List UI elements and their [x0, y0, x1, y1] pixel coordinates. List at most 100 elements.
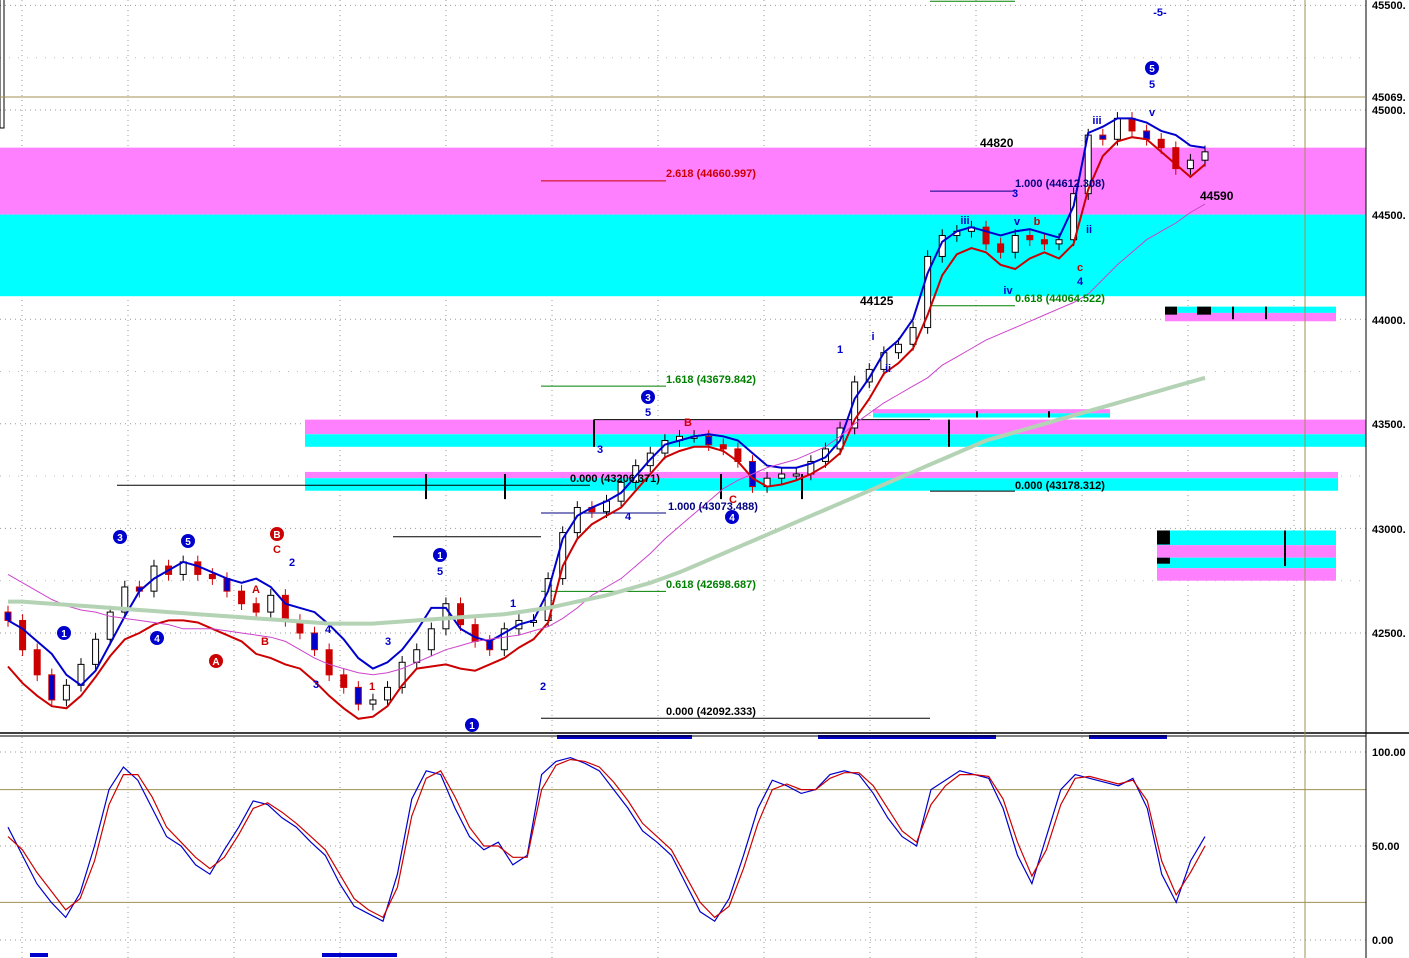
candle-body [792, 473, 800, 477]
wave-label-circled: A [212, 657, 219, 668]
price-zone [305, 471, 1338, 479]
oscillator-line [7, 756, 1206, 923]
wave-label: ii [1086, 224, 1092, 236]
price-note: 44125 [860, 294, 894, 308]
price-tick-label: 45000. [1372, 105, 1406, 117]
candle-body [997, 243, 1005, 253]
wave-label: 4 [325, 624, 332, 636]
wave-label: iii [1092, 115, 1101, 127]
candle-body [1201, 151, 1209, 161]
price-tick-label: 43000. [1372, 524, 1406, 536]
wave-label-circled: 5 [1149, 64, 1155, 75]
candle-body [238, 590, 246, 605]
candle-body [1026, 235, 1034, 241]
price-zone-small [1165, 306, 1336, 313]
wave-label: 5 [1149, 79, 1155, 91]
price-zone-small [1165, 312, 1336, 322]
wave-label: i [871, 331, 874, 343]
wave-label: 3 [385, 636, 391, 648]
candle-body [1099, 134, 1107, 140]
candle-body [1011, 235, 1019, 253]
oscillator-axis: 100.00 50.00 0.00 [1372, 747, 1406, 947]
candle-body [1040, 239, 1048, 245]
price-zone [0, 214, 1366, 297]
price-marker-label: 45069. [1372, 92, 1406, 104]
price-zone-small [873, 409, 1110, 414]
wave-label: 3 [597, 444, 603, 456]
wave-label: iii [960, 215, 969, 227]
candle-body [719, 444, 727, 450]
price-tick-label: 44500. [1372, 210, 1406, 222]
wave-label-circled: 5 [185, 537, 191, 548]
fib-label: 0.000 (42092.333) [666, 706, 756, 718]
wave-label: ii [885, 363, 891, 375]
main-pane-grid [0, 0, 1366, 733]
oscillator-pane-grid [0, 737, 1366, 958]
wave-label: 5 [645, 407, 651, 419]
fib-label: 1.000 (43073.488) [668, 501, 758, 513]
fib-label: 1.618 (43679.842) [666, 374, 756, 386]
price-tick-label: 42500. [1372, 628, 1406, 640]
candle-body [19, 619, 27, 651]
osc-tick-label: 0.00 [1372, 935, 1393, 947]
osc-tick-label: 100.00 [1372, 747, 1406, 759]
oscillator-line [7, 758, 1206, 919]
wave-label-circled: 1 [469, 721, 475, 732]
fib-label: 0.618 (44064.522) [1015, 293, 1105, 305]
candle-body [223, 578, 231, 592]
candle-body [1157, 138, 1165, 149]
price-note: 44590 [1200, 189, 1234, 203]
wave-label: 1 [837, 344, 843, 356]
candle-body [471, 624, 479, 642]
support-resistance-zones [0, 147, 1366, 581]
price-note: 44820 [980, 136, 1014, 150]
candle-body [384, 686, 392, 701]
candle-body [1128, 117, 1136, 132]
wave-label: 1 [369, 681, 375, 693]
candle-body [62, 684, 70, 701]
candle-body [33, 649, 41, 676]
wave-label: c [1077, 262, 1083, 274]
wave-label-circled: 1 [61, 629, 67, 640]
wave-label-circled: 1 [437, 551, 443, 562]
price-tick-label: 43500. [1372, 419, 1406, 431]
wave-label: 4 [625, 511, 632, 523]
price-zone-small [1157, 545, 1336, 558]
chart-canvas: 11345AB1345233344555ABBCCbc11243iiiiiiii… [0, 0, 1409, 958]
candle-body [369, 699, 377, 705]
candle-body [325, 649, 333, 676]
price-zone [305, 419, 1366, 435]
fib-label: 1.000 (44612.308) [1015, 178, 1105, 190]
wave-label: 3 [313, 679, 319, 691]
bottom-bar [30, 953, 48, 957]
zone-marker-block [1165, 306, 1177, 315]
osc-tick-label: 50.00 [1372, 841, 1400, 853]
wave-label: B [261, 636, 269, 648]
fib-label: 0.000 (43178.312) [1015, 480, 1105, 492]
elliott-wave-labels: 11345AB1345233344555ABBCCbc11243iiiiiiii… [57, 7, 1167, 732]
wave-label: A [252, 584, 260, 596]
candle-body [778, 473, 786, 479]
fib-label: 0.618 (42698.687) [666, 579, 756, 591]
candle-body [208, 573, 216, 580]
wave-label: v [1014, 216, 1021, 228]
candle-body [1113, 117, 1121, 140]
candle-body [267, 594, 275, 613]
wave-label-circled: 4 [729, 513, 735, 524]
zone-marker-block [1157, 530, 1170, 545]
frame-corner [0, 0, 5, 129]
zone-marker-block [1157, 557, 1170, 564]
candle-body [486, 640, 494, 651]
wave-label: v [1149, 107, 1156, 119]
price-zone-small [1157, 557, 1336, 569]
wave-label-circled: 4 [154, 634, 160, 645]
candle-body [705, 435, 713, 446]
candle-body [252, 603, 260, 613]
candle-body [427, 628, 435, 651]
wave-label: b [1034, 216, 1041, 228]
wave-label: 1 [510, 598, 516, 610]
candle-body [354, 686, 362, 705]
wave-label: C [273, 544, 281, 556]
candle-body [1186, 159, 1194, 170]
candle-body [457, 603, 465, 626]
